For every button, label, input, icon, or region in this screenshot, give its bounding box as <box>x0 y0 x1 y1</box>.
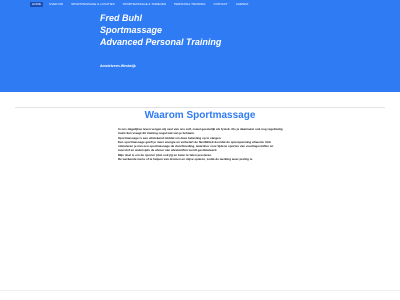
paragraph: Een sportmassage geeft je meer energie e… <box>118 139 274 153</box>
nav-item-home[interactable]: HOME <box>30 2 43 7</box>
location-label: Amstelveen-Westwijk <box>100 64 136 68</box>
main-nav: HOME OVER MIJ SPORTMASSAGE & LOCATIES SP… <box>30 1 250 8</box>
site-subtitle-training: Advanced Personal Training <box>100 37 222 47</box>
nav-item-sportmassage-locaties[interactable]: SPORTMASSAGE & LOCATIES <box>69 2 116 7</box>
nav-item-agenda[interactable]: AGENDA <box>234 2 251 7</box>
section-title: Waarom Sportmassage <box>144 110 256 121</box>
site-subtitle-sportmassage: Sportmassage <box>100 25 163 35</box>
hero-banner: HOME OVER MIJ SPORTMASSAGE & LOCATIES SP… <box>0 0 400 92</box>
nav-item-sportmassage-tarieven[interactable]: SPORTMASSAGE & TARIEVEN <box>121 2 169 7</box>
nav-item-personal-training[interactable]: PERSONAL TRAINING <box>172 2 207 7</box>
site-title: Fred Buhl <box>100 13 142 23</box>
section-divider <box>15 107 385 108</box>
paragraph: De werkende mens of te helpen van dromen… <box>118 157 254 162</box>
nav-item-over-mij[interactable]: OVER MIJ <box>47 2 65 7</box>
nav-item-contact[interactable]: CONTACT <box>211 2 229 7</box>
paragraph: In ons dagelijkse leven vergen wij veel … <box>118 127 283 136</box>
footer-divider <box>0 290 400 291</box>
article-body: In ons dagelijkse leven vergen wij veel … <box>118 127 286 161</box>
